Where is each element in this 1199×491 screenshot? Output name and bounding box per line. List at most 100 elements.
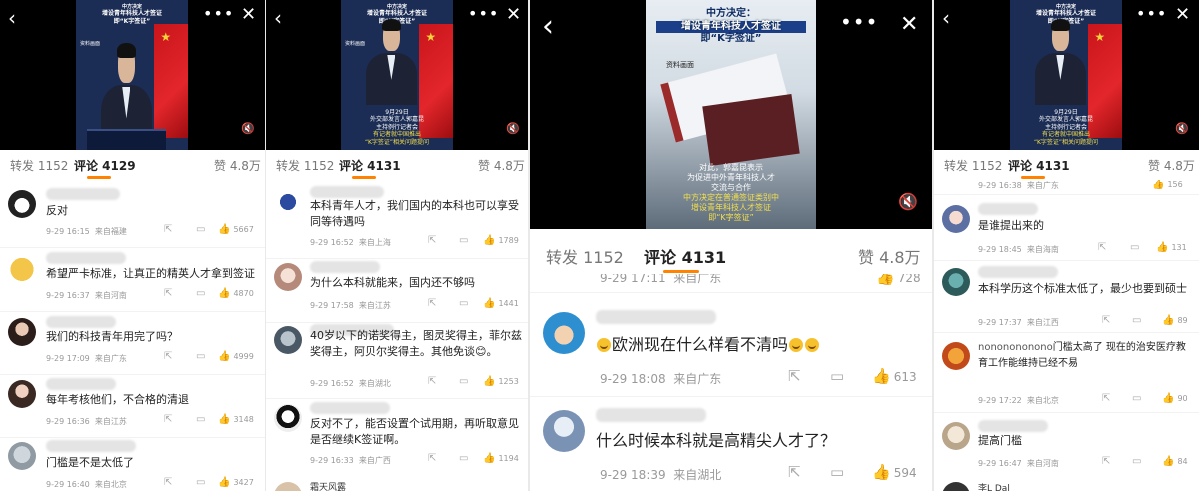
reply-icon[interactable]: ▭ [196,351,208,362]
reply-icon[interactable]: ▭ [1132,456,1144,467]
reply-icon[interactable]: ▭ [196,224,208,235]
like-button[interactable]: 👍 4870 [218,288,254,299]
share-icon[interactable]: ⇱ [428,453,439,464]
avatar[interactable] [274,404,302,432]
tab-repost[interactable]: 转发 1152 [10,157,68,174]
share-icon[interactable]: ⇱ [1102,315,1113,326]
back-icon[interactable]: ‹ [542,12,554,42]
avatar[interactable] [8,442,36,470]
share-icon[interactable]: ⇱ [1102,393,1113,404]
like-button[interactable]: 👍 5667 [218,224,254,235]
reply-icon[interactable]: ▭ [1130,242,1142,253]
like-button[interactable]: 👍 1253 [483,376,519,387]
tab-repost[interactable]: 转发 1152 [546,244,624,268]
tab-comments[interactable]: 评论 4131 [1008,157,1070,174]
comment-item[interactable]: 欧洲现在什么样看不清吗 9-29 18:08 来自广东 ⇱ ▭ 👍 613 [530,306,932,396]
reply-icon[interactable]: ▭ [830,367,847,385]
tab-comments[interactable]: 评论 4129 [74,157,136,174]
comment-item[interactable]: 希望严卡标准，让真正的精英人才拿到签证 9-29 16:37 来自河南 ⇱ ▭ … [0,250,265,310]
tab-repost[interactable]: 转发 1152 [276,157,334,174]
comment-item[interactable]: 本科学历这个标准太低了，最少也要到硕士 9-29 17:37 来自江西 ⇱ ▭ … [934,266,1199,328]
share-icon[interactable]: ⇱ [1102,456,1113,467]
mute-icon[interactable]: 🔇 [241,123,255,135]
back-icon[interactable]: ‹ [8,8,16,28]
comment-item[interactable]: 什么时候本科就是高精尖人才了？ 9-29 18:39 来自湖北 ⇱ ▭ 👍 594 [530,406,932,491]
reply-icon[interactable]: ▭ [196,477,208,488]
like-button[interactable]: 👍 90 [1162,393,1188,404]
reply-icon[interactable]: ▭ [459,298,471,309]
close-icon[interactable]: ✕ [241,6,256,24]
video-player[interactable]: 中方决定 增设青年科技人才签证 即“K字签证” 资料画面 ‹ ••• ✕ 🔇 [0,0,265,150]
like-button[interactable]: 👍 131 [1156,242,1187,253]
reply-icon[interactable]: ▭ [196,414,208,425]
share-icon[interactable]: ⇱ [164,414,175,425]
reply-icon[interactable]: ▭ [459,376,471,387]
comment-item[interactable]: 每年考核他们，不合格的清退 9-29 16:36 来自江苏 ⇱ ▭ 👍 3148 [0,376,265,436]
share-icon[interactable]: ⇱ [164,224,175,235]
share-icon[interactable]: ⇱ [428,235,439,246]
avatar[interactable] [8,318,36,346]
like-button[interactable]: 👍 3427 [218,477,254,488]
tab-likes[interactable]: 赞 4.8万 [858,244,921,268]
like-button[interactable]: 👍 156 [1152,180,1183,190]
tab-likes[interactable]: 赞 4.8万 [478,157,525,174]
like-button[interactable]: 👍 1441 [483,298,519,309]
share-icon[interactable]: ⇱ [164,477,175,488]
video-player[interactable]: 中方决定： 增设青年科技人才签证 即“K字签证” 资料画面 对此，郭嘉昆表示 为… [530,0,932,229]
like-button[interactable]: 👍 728 [876,274,921,286]
mute-icon[interactable]: 🔇 [506,123,520,135]
back-icon[interactable]: ‹ [942,8,950,28]
avatar[interactable] [8,254,36,282]
share-icon[interactable]: ⇱ [164,351,175,362]
close-icon[interactable]: ✕ [900,14,918,36]
comment-item-partial[interactable]: 9-29 17:11 来自广东 👍 728 [530,274,932,290]
comment-item[interactable]: 提高门槛 9-29 16:47 来自河南 ⇱ ▭ 👍 84 [934,420,1199,476]
close-icon[interactable]: ✕ [506,6,521,24]
tab-likes[interactable]: 赞 4.8万 [214,157,261,174]
tab-comments[interactable]: 评论 4131 [644,244,726,268]
avatar[interactable] [942,268,970,296]
mute-icon[interactable]: 🔇 [1175,123,1189,135]
comment-item-partial[interactable]: 霜天风露 [266,478,528,491]
like-button[interactable]: 👍 1194 [483,453,519,464]
avatar[interactable] [942,342,970,370]
avatar[interactable] [274,482,302,491]
share-icon[interactable]: ⇱ [788,463,804,481]
reply-icon[interactable]: ▭ [1132,393,1144,404]
reply-icon[interactable]: ▭ [830,463,847,481]
mute-icon[interactable]: 🔇 [898,194,918,210]
share-icon[interactable]: ⇱ [428,376,439,387]
share-icon[interactable]: ⇱ [1098,242,1109,253]
comment-item-partial[interactable]: 李L Dal [934,480,1199,491]
avatar[interactable] [942,422,970,450]
comment-item[interactable]: 40岁以下的诺奖得主，图灵奖得主，菲尔兹奖得主，阿贝尔奖得主。其他免谈😊。 9-… [266,324,528,398]
more-icon[interactable]: ••• [203,6,234,22]
avatar[interactable] [274,188,302,216]
share-icon[interactable]: ⇱ [788,367,804,385]
more-icon[interactable]: ••• [1136,6,1167,22]
like-button[interactable]: 👍 594 [872,463,917,481]
back-icon[interactable]: ‹ [274,8,282,28]
video-player[interactable]: 中方决定 增设青年科技人才签证 即“K字签证” 9月29日 外交部发言人郭嘉昆 … [934,0,1199,150]
tab-comments[interactable]: 评论 4131 [339,157,401,174]
comment-item-partial[interactable]: 9-29 16:38 来自广东 👍 156 [934,180,1199,192]
avatar[interactable] [274,326,302,354]
comment-item[interactable]: 反对 9-29 16:15 来自福建 ⇱ ▭ 👍 5667 [0,186,265,246]
comment-item[interactable]: 是谁提出来的 9-29 18:45 来自海南 ⇱ ▭ 👍 131 [934,203,1199,259]
like-button[interactable]: 👍 89 [1162,315,1188,326]
tab-repost[interactable]: 转发 1152 [944,157,1002,174]
avatar[interactable] [543,312,585,354]
tab-likes[interactable]: 赞 4.8万 [1148,157,1195,174]
like-button[interactable]: 👍 84 [1162,456,1188,467]
comment-item[interactable]: 门槛是不是太低了 9-29 16:40 来自北京 ⇱ ▭ 👍 3427 [0,440,265,491]
avatar[interactable] [543,410,585,452]
like-button[interactable]: 👍 613 [872,367,917,385]
comment-item[interactable]: 我们的科技青年用完了吗？ 9-29 17:09 来自广东 ⇱ ▭ 👍 4999 [0,314,265,374]
avatar[interactable] [8,380,36,408]
comment-item[interactable]: 本科青年人才，我们国内的本科也可以享受同等待遇吗 9-29 16:52 来自上海… [266,184,528,258]
video-player[interactable]: 中方决定 增设青年科技人才签证 即“K字签证” 资料画面 9月29日 外交部发言… [266,0,528,150]
avatar[interactable] [942,205,970,233]
reply-icon[interactable]: ▭ [459,453,471,464]
comment-item[interactable]: nononononono门槛太高了 现在的治安医疗教育工作能维持已经不易 9-2… [934,340,1199,412]
avatar[interactable] [942,482,970,491]
